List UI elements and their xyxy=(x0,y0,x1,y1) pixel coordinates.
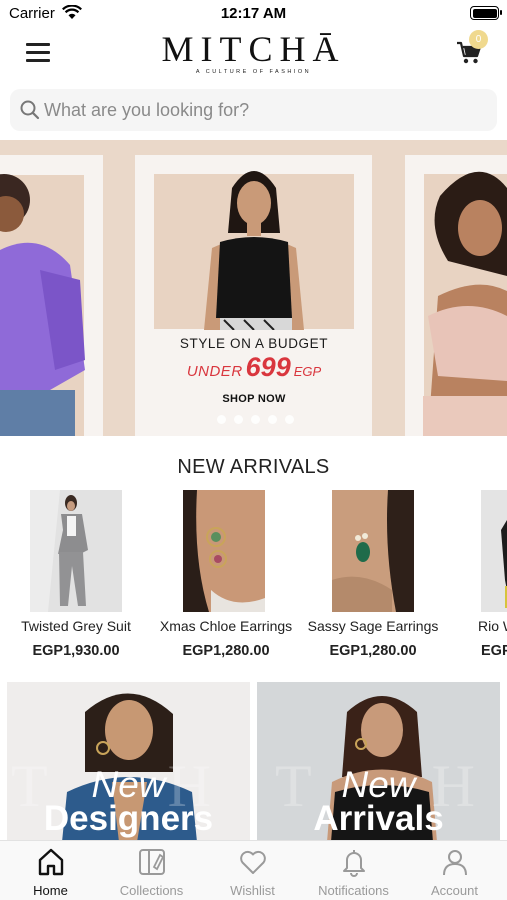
carousel-dot[interactable] xyxy=(251,415,260,424)
product-price: EGP1,930.00 xyxy=(32,643,120,659)
carousel-dots xyxy=(217,415,297,425)
app-header: MITCHĀ A CULTURE OF FASHION 0 xyxy=(0,26,507,82)
hero-title: STYLE ON A BUDGET xyxy=(179,336,329,351)
product-name: Xmas Chloe Earrings xyxy=(159,618,293,634)
hero-price-line: UNDER 699 EGP xyxy=(154,352,354,383)
brand-name: MITCHĀ xyxy=(161,29,346,69)
menu-button[interactable] xyxy=(26,43,50,62)
search-input[interactable]: What are you looking for? xyxy=(10,89,497,131)
promo-title-line1: New xyxy=(91,764,166,805)
model-image-left xyxy=(0,174,85,436)
model-image-center xyxy=(204,171,304,330)
product-name: Twisted Grey Suit xyxy=(21,618,131,634)
collections-icon xyxy=(139,849,165,875)
carousel-dot[interactable] xyxy=(285,415,294,424)
tab-label: Account xyxy=(431,883,478,898)
product-image xyxy=(30,490,122,612)
bottom-tab-bar: Home Collections Wishlist Notifications … xyxy=(0,840,507,900)
tab-home[interactable]: Home xyxy=(0,841,101,900)
tab-label: Notifications xyxy=(318,883,389,898)
product-image xyxy=(481,490,507,612)
home-icon xyxy=(38,848,64,876)
carousel-dot[interactable] xyxy=(268,415,277,424)
tab-account[interactable]: Account xyxy=(404,841,505,900)
model-image-right xyxy=(423,171,507,436)
menu-icon xyxy=(26,43,50,46)
tab-label: Wishlist xyxy=(230,883,275,898)
carousel-dot[interactable] xyxy=(217,415,226,424)
battery-icon xyxy=(470,6,502,20)
hero-price: 699 xyxy=(245,352,291,382)
promo-new-arrivals[interactable]: T H New Arrivals xyxy=(257,682,500,842)
brand-logo[interactable]: MITCHĀ A CULTURE OF FASHION xyxy=(140,30,367,75)
product-price: EGP1,280.00 xyxy=(329,643,417,659)
tab-wishlist[interactable]: Wishlist xyxy=(202,841,303,900)
search-icon xyxy=(20,100,40,120)
shop-now-button[interactable]: SHOP NOW xyxy=(154,393,354,405)
new-arrivals-title: NEW ARRIVALS xyxy=(177,456,330,478)
promo-new-designers[interactable]: T H New Designers xyxy=(7,682,250,842)
carousel-dot[interactable] xyxy=(234,415,243,424)
tab-label: Home xyxy=(33,883,68,898)
search-placeholder: What are you looking for? xyxy=(44,100,250,120)
status-bar: Carrier 12:17 AM xyxy=(0,0,507,26)
promo-title-line2: Arrivals xyxy=(313,799,444,838)
bell-icon xyxy=(343,850,365,877)
product-name: Sassy Sage Earrings xyxy=(307,618,439,634)
hero-under-text: UNDER xyxy=(186,363,243,380)
clock: 12:17 AM xyxy=(220,5,287,22)
cart-count-badge: 0 xyxy=(469,30,488,49)
tab-collections[interactable]: Collections xyxy=(101,841,202,900)
tab-label: Collections xyxy=(119,883,184,898)
product-card[interactable]: Rio W EGP xyxy=(448,490,507,670)
product-image xyxy=(332,490,414,612)
heart-icon xyxy=(240,850,266,874)
product-name: Rio W xyxy=(478,618,507,634)
promo-title-line1: New xyxy=(341,764,416,805)
hero-banner[interactable]: STYLE ON A BUDGET UNDER 699 EGP SHOP NOW xyxy=(0,140,507,436)
brand-tagline: A CULTURE OF FASHION xyxy=(195,69,312,75)
tab-notifications[interactable]: Notifications xyxy=(303,841,404,900)
promo-title-line2: Designers xyxy=(43,799,214,838)
product-image xyxy=(183,490,265,612)
product-price: EGP1,280.00 xyxy=(182,643,270,659)
hero-currency: EGP xyxy=(293,364,322,379)
product-price: EGP xyxy=(481,643,507,659)
user-icon xyxy=(443,850,467,876)
